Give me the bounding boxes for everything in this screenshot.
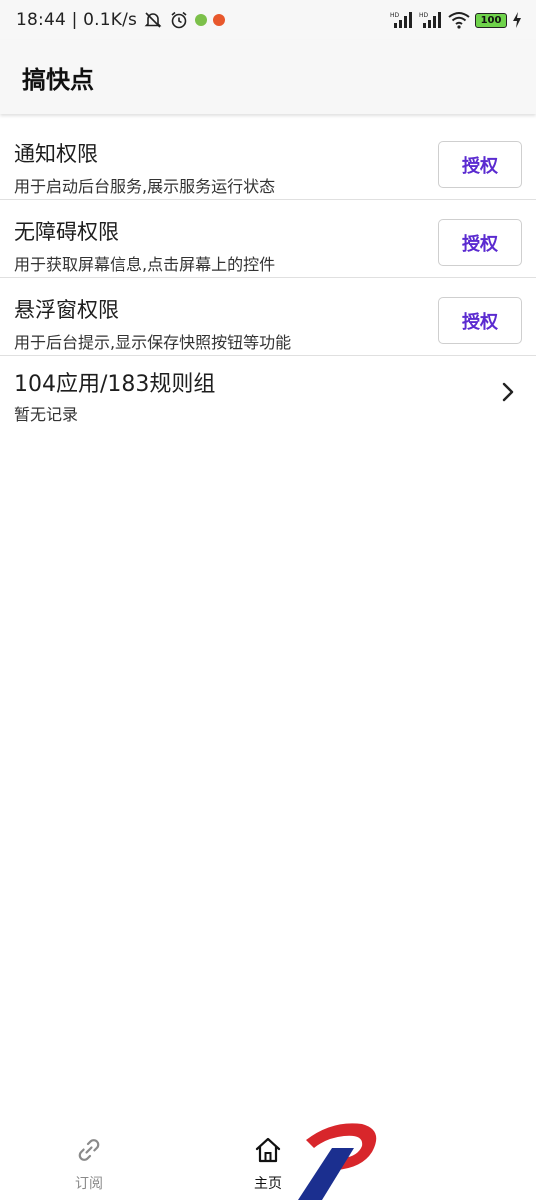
permission-description: 用于后台提示,显示保存快照按钮等功能 [14,333,292,352]
signal-icon-2: HD [419,11,443,29]
permission-title: 悬浮窗权限 [14,298,119,322]
rule-stats-title: 104应用/183规则组 [14,372,216,397]
permission-list: 通知权限 用于启动后台服务,展示服务运行状态 授权 无障碍权限 用于获取屏幕信息… [0,122,536,434]
accessibility-permission-row: 无障碍权限 用于获取屏幕信息,点击屏幕上的控件 授权 [0,200,536,278]
bottom-navigation: 订阅 主页 [0,1125,536,1200]
permission-description: 用于启动后台服务,展示服务运行状态 [14,177,276,196]
svg-text:HD: HD [390,12,400,19]
nav-subscribe[interactable]: 订阅 [49,1135,129,1193]
watermark-logo [292,1118,382,1204]
app-notification-orange-icon [213,14,226,26]
grant-accessibility-button[interactable]: 授权 [438,219,522,266]
nav-subscribe-label: 订阅 [75,1176,103,1192]
signal-icon: HD [390,11,414,29]
chevron-right-icon [502,382,514,406]
rule-stats-description: 暂无记录 [14,405,79,424]
grant-notification-button[interactable]: 授权 [438,141,522,188]
app-title: 搞快点 [22,65,94,94]
app-notification-green-icon [195,14,208,26]
status-right: HD HD 100 [390,11,522,29]
wifi-icon [448,11,470,29]
notification-permission-row: 通知权限 用于启动后台服务,展示服务运行状态 授权 [0,122,536,200]
permission-title: 通知权限 [14,142,98,166]
svg-text:HD: HD [419,12,429,19]
permission-title: 无障碍权限 [14,220,119,244]
battery-icon: 100 [475,12,507,28]
link-icon [74,1135,104,1169]
home-icon [253,1135,283,1169]
permission-description: 用于获取屏幕信息,点击屏幕上的控件 [14,255,276,274]
nav-home-label: 主页 [254,1176,282,1192]
mute-icon [143,10,163,30]
status-left: 18:44 | 0.1K/s [16,10,226,30]
status-time-speed: 18:44 | 0.1K/s [16,10,138,30]
rule-stats-row[interactable]: 104应用/183规则组 暂无记录 [0,356,536,434]
overlay-permission-row: 悬浮窗权限 用于后台提示,显示保存快照按钮等功能 授权 [0,278,536,356]
grant-overlay-button[interactable]: 授权 [438,297,522,344]
top-app-bar: 搞快点 [0,40,536,114]
status-bar: 18:44 | 0.1K/s HD HD 100 [0,0,536,40]
alarm-icon [169,10,189,30]
charging-icon [512,12,522,28]
